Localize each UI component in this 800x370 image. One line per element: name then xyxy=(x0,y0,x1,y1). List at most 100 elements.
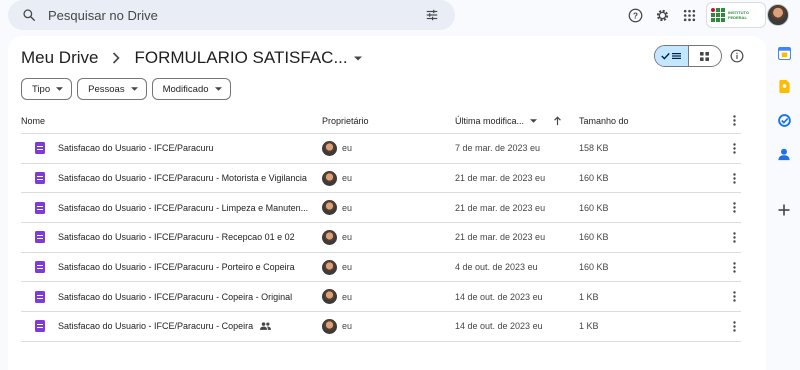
search-icon[interactable] xyxy=(14,8,44,22)
file-name[interactable]: Satisfacao do Usuario - IFCE/Paracuru - … xyxy=(58,292,292,302)
help-icon[interactable]: ? xyxy=(626,6,644,24)
account-avatar[interactable] xyxy=(767,4,789,26)
table-row[interactable]: Satisfacao do Usuario - IFCE/Paracuru - … xyxy=(21,223,741,253)
owner-avatar xyxy=(322,229,337,245)
filter-type[interactable]: Tipo xyxy=(21,78,73,100)
svg-text:?: ? xyxy=(633,11,638,20)
table-row[interactable]: Satisfacao do Usuario - IFCE/Paracuru - … xyxy=(21,282,741,313)
search-bar[interactable] xyxy=(8,0,455,30)
owner-name: eu xyxy=(342,173,353,184)
header-modified-sort[interactable]: Última modifica... xyxy=(455,116,579,126)
modified-date: 7 de mar. de 2023 eu xyxy=(455,143,541,154)
file-size: 160 KB xyxy=(579,173,609,184)
settings-icon[interactable] xyxy=(653,6,671,24)
google-forms-icon xyxy=(35,261,45,274)
owner-avatar xyxy=(322,200,337,216)
header-size[interactable]: Tamanho do xyxy=(579,116,629,126)
filter-type-label: Tipo xyxy=(32,83,51,95)
file-size: 1 KB xyxy=(579,321,599,332)
modified-date: 4 de out. de 2023 eu xyxy=(455,262,538,273)
contacts-icon[interactable] xyxy=(777,147,791,161)
keep-icon[interactable] xyxy=(777,79,791,93)
header-owner[interactable]: Proprietário xyxy=(322,116,369,126)
table-row[interactable]: Satisfacao do Usuario - IFCE/Paracuru - … xyxy=(21,193,741,224)
owner-name: eu xyxy=(342,262,353,273)
file-name[interactable]: Satisfacao do Usuario - IFCE/Paracuru xyxy=(58,143,214,153)
owner-name: eu xyxy=(342,143,353,154)
caret-down-icon xyxy=(214,87,222,91)
table-body: Satisfacao do Usuario - IFCE/Paracuru eu 7… xyxy=(21,134,741,342)
owner-name: eu xyxy=(342,321,353,332)
table-row[interactable]: Satisfacao do Usuario - IFCE/Paracuru - … xyxy=(21,253,741,283)
more-vert-icon[interactable] xyxy=(727,261,741,273)
modified-date: 14 de out. de 2023 eu xyxy=(455,321,543,332)
filter-modified[interactable]: Modificado xyxy=(151,78,231,100)
more-vert-icon[interactable] xyxy=(727,291,741,302)
filter-chips: Tipo Pessoas Modificado xyxy=(21,78,231,100)
file-size: 158 KB xyxy=(579,143,609,154)
filter-people[interactable]: Pessoas xyxy=(77,78,147,100)
grid-view-button[interactable] xyxy=(689,46,722,66)
file-table: Nome Proprietário Última modifica... Tam… xyxy=(21,108,741,342)
caret-down-icon xyxy=(56,87,64,91)
modified-date: 21 de mar. de 2023 eu xyxy=(455,173,546,184)
tasks-icon[interactable] xyxy=(777,113,791,127)
more-vert-icon[interactable] xyxy=(727,115,741,126)
more-vert-icon[interactable] xyxy=(727,321,741,332)
modified-date: 21 de mar. de 2023 eu xyxy=(455,202,546,213)
calendar-icon[interactable] xyxy=(777,46,791,60)
arrow-up-icon[interactable] xyxy=(553,115,562,126)
owner-avatar xyxy=(322,289,337,305)
caret-down-icon xyxy=(530,118,538,123)
caret-down-icon xyxy=(130,87,138,91)
file-size: 160 KB xyxy=(579,262,609,273)
check-icon xyxy=(661,52,670,60)
more-vert-icon[interactable] xyxy=(727,202,741,213)
google-forms-icon xyxy=(35,320,45,333)
more-vert-icon[interactable] xyxy=(727,172,741,184)
owner-name: eu xyxy=(342,232,353,243)
file-name[interactable]: Satisfacao do Usuario - IFCE/Paracuru - … xyxy=(58,173,307,183)
apps-grid-icon[interactable] xyxy=(680,6,698,24)
if-logo-icon xyxy=(711,8,725,22)
table-row[interactable]: Satisfacao do Usuario - IFCE/Paracuru - … xyxy=(21,164,741,194)
table-row[interactable]: Satisfacao do Usuario - IFCE/Paracuru eu 7… xyxy=(21,134,741,164)
more-vert-icon[interactable] xyxy=(727,232,741,243)
file-name[interactable]: Satisfacao do Usuario - IFCE/Paracuru - … xyxy=(58,262,295,272)
organization-logo[interactable]: INSTITUTO FEDERAL xyxy=(706,2,766,28)
breadcrumb: Meu Drive FORMULARIO SATISFAC... xyxy=(21,46,362,70)
more-vert-icon[interactable] xyxy=(727,143,741,154)
main-panel: Meu Drive FORMULARIO SATISFAC... Tipo Pe… xyxy=(8,36,766,370)
info-icon[interactable] xyxy=(729,48,745,64)
google-forms-icon xyxy=(35,172,45,185)
file-size: 160 KB xyxy=(579,202,609,213)
google-forms-icon xyxy=(35,142,45,155)
table-row[interactable]: Satisfacao do Usuario - IFCE/Paracuru - … xyxy=(21,312,741,342)
owner-avatar xyxy=(322,140,337,156)
search-input[interactable] xyxy=(48,7,417,23)
owner-avatar xyxy=(322,318,337,334)
file-size: 160 KB xyxy=(579,232,609,243)
owner-avatar xyxy=(322,259,337,275)
header-modified[interactable]: Última modifica... xyxy=(455,116,524,126)
owner-name: eu xyxy=(342,291,353,302)
add-icon[interactable] xyxy=(777,203,791,217)
file-name[interactable]: Satisfacao do Usuario - IFCE/Paracuru - … xyxy=(58,232,295,242)
breadcrumb-current-folder[interactable]: FORMULARIO SATISFAC... xyxy=(134,48,347,68)
file-size: 1 KB xyxy=(579,291,599,302)
grid-icon xyxy=(700,51,710,61)
owner-avatar xyxy=(322,170,337,186)
chevron-right-icon xyxy=(112,52,121,64)
file-name[interactable]: Satisfacao do Usuario - IFCE/Paracuru - … xyxy=(58,203,308,213)
file-name[interactable]: Satisfacao do Usuario - IFCE/Paracuru - … xyxy=(58,321,253,331)
table-header: Nome Proprietário Última modifica... Tam… xyxy=(21,108,741,134)
caret-down-icon[interactable] xyxy=(353,56,362,61)
list-view-button[interactable] xyxy=(655,46,689,66)
modified-date: 21 de mar. de 2023 eu xyxy=(455,232,546,243)
filter-modified-label: Modificado xyxy=(162,83,209,95)
tune-icon[interactable] xyxy=(417,8,447,22)
breadcrumb-root[interactable]: Meu Drive xyxy=(21,48,98,68)
modified-date: 14 de out. de 2023 eu xyxy=(455,291,543,302)
header-name[interactable]: Nome xyxy=(21,116,45,126)
list-icon xyxy=(672,53,682,59)
